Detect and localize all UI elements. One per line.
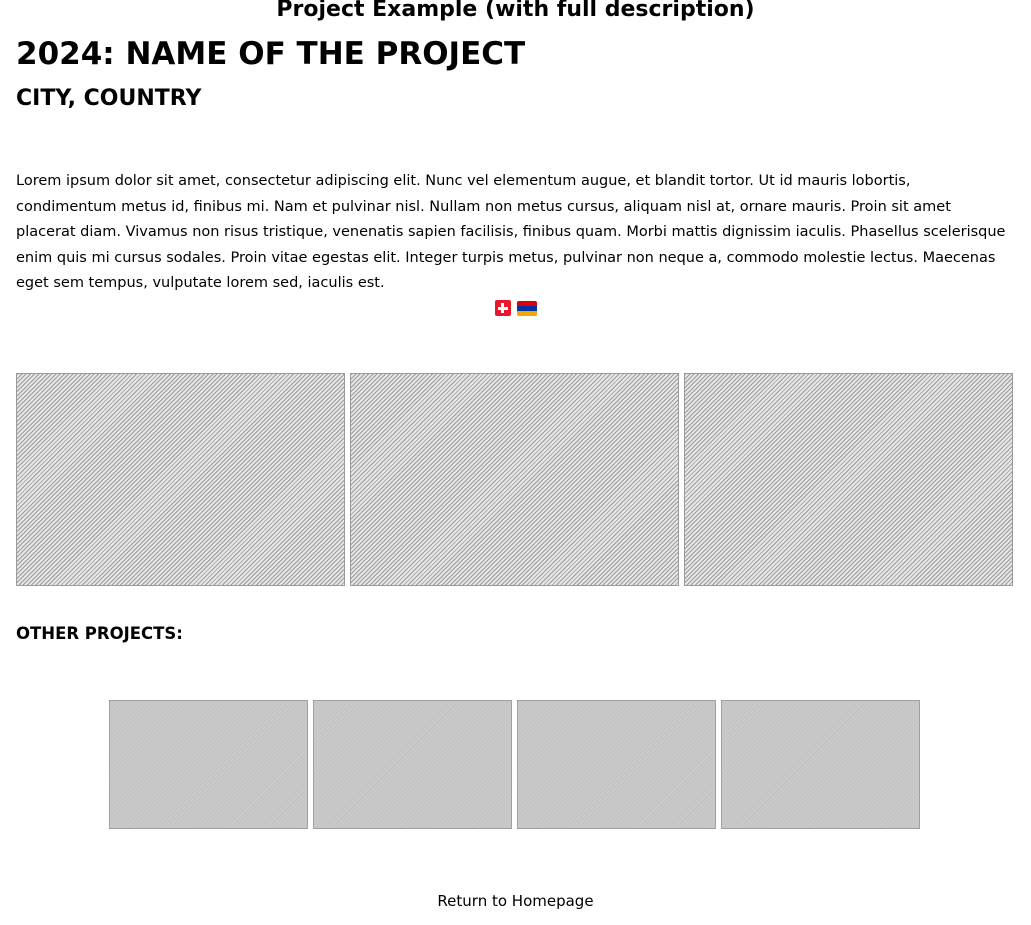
return-to-homepage-link[interactable]: Return to Homepage	[0, 890, 1031, 912]
project-gallery	[16, 373, 1013, 586]
project-page: Project Example (with full description) …	[16, 0, 1013, 925]
switzerland-flag-icon	[494, 300, 511, 316]
other-project-thumbnail[interactable]	[313, 700, 512, 829]
other-projects-heading: OTHER PROJECTS:	[16, 624, 183, 643]
country-flags	[0, 299, 1031, 317]
project-location: CITY, COUNTRY	[16, 86, 202, 111]
project-heading: 2024: NAME OF THE PROJECT	[16, 36, 526, 72]
armenia-flag-icon	[516, 300, 537, 316]
gallery-image	[684, 373, 1013, 586]
other-project-thumbnail[interactable]	[517, 700, 716, 829]
gallery-image	[16, 373, 345, 586]
other-project-thumbnail[interactable]	[721, 700, 920, 829]
project-description: Lorem ipsum dolor sit amet, consectetur …	[16, 173, 1006, 291]
other-projects-list	[109, 700, 922, 830]
page-title: Project Example (with full description)	[276, 0, 755, 22]
other-project-thumbnail[interactable]	[109, 700, 308, 829]
gallery-image	[350, 373, 679, 586]
